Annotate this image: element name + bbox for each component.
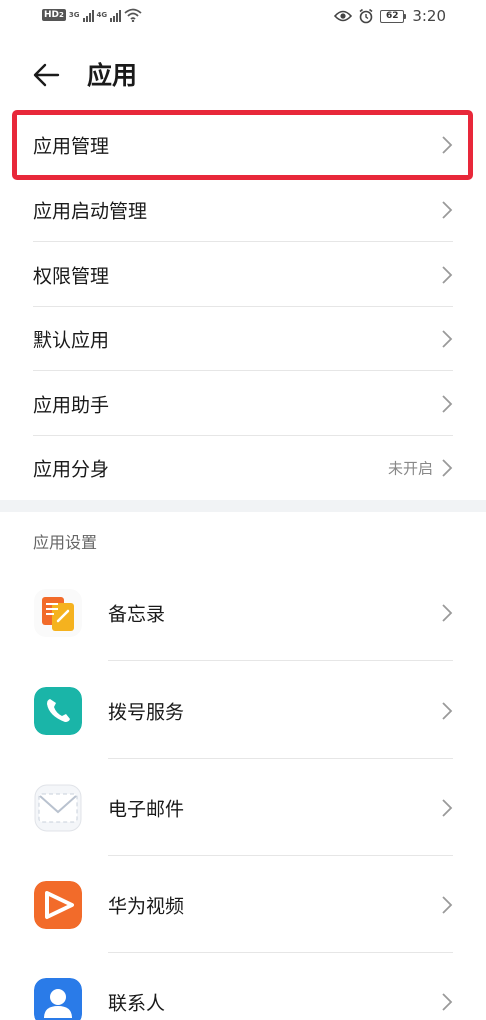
chevron-right-icon bbox=[442, 895, 453, 914]
network-4g-label: 4G bbox=[96, 11, 108, 19]
menu-item-label: 应用分身 bbox=[33, 458, 110, 480]
chevron-right-icon bbox=[442, 603, 453, 622]
page-title: 应用 bbox=[87, 61, 138, 90]
chevron-right-icon bbox=[442, 265, 453, 284]
chevron-right-icon bbox=[442, 992, 453, 1011]
contacts-icon bbox=[34, 977, 82, 1020]
menu-item-app-assistant[interactable]: 应用助手 bbox=[0, 371, 486, 436]
eye-icon bbox=[334, 10, 353, 22]
app-label: 华为视频 bbox=[108, 895, 185, 917]
video-icon bbox=[34, 880, 82, 929]
app-label: 备忘录 bbox=[108, 603, 166, 625]
chevron-right-icon bbox=[442, 394, 453, 413]
chevron-right-icon bbox=[442, 135, 453, 154]
app-item-notepad[interactable]: 备忘录 bbox=[0, 564, 486, 661]
app-item-dialer[interactable]: 拨号服务 bbox=[0, 662, 486, 759]
battery-level: 62 bbox=[380, 9, 405, 23]
menu-item-label: 应用管理 bbox=[33, 135, 110, 157]
menu-item-label: 应用启动管理 bbox=[33, 200, 148, 222]
menu-item-default-apps[interactable]: 默认应用 bbox=[0, 306, 486, 371]
back-arrow-icon[interactable] bbox=[30, 58, 64, 92]
phone-icon bbox=[34, 686, 82, 735]
app-item-contacts[interactable]: 联系人 bbox=[0, 953, 486, 1020]
menu-item-label: 权限管理 bbox=[33, 265, 110, 287]
menu-item-app-twin[interactable]: 应用分身 未开启 bbox=[0, 435, 486, 500]
status-bar: HD2 3G 4G 62 3:20 bbox=[0, 0, 486, 36]
app-label: 电子邮件 bbox=[108, 798, 185, 820]
menu-item-app-management[interactable]: 应用管理 bbox=[0, 112, 486, 177]
app-label: 联系人 bbox=[108, 992, 166, 1014]
wifi-icon bbox=[124, 8, 142, 22]
notepad-icon bbox=[34, 588, 82, 637]
chevron-right-icon bbox=[442, 701, 453, 720]
status-time: 3:20 bbox=[412, 7, 446, 25]
app-label: 拨号服务 bbox=[108, 701, 185, 723]
chevron-right-icon bbox=[442, 798, 453, 817]
menu-item-permission-management[interactable]: 权限管理 bbox=[0, 242, 486, 307]
menu-list: 应用管理 应用启动管理 权限管理 默认应用 应用助手 应用分身 未开启 bbox=[0, 112, 486, 500]
hd-badge: HD2 bbox=[42, 9, 66, 21]
header: 应用 bbox=[0, 36, 486, 112]
menu-item-label: 应用助手 bbox=[33, 394, 110, 416]
battery-icon: 62 bbox=[380, 9, 407, 23]
alarm-icon bbox=[359, 8, 373, 24]
app-item-email[interactable]: 电子邮件 bbox=[0, 759, 486, 856]
network-3g-label: 3G bbox=[68, 11, 80, 19]
section-title: 应用设置 bbox=[33, 533, 98, 552]
app-settings-section: 应用设置 备忘录 拨号服务 电子邮件 华为视频 联系人 bbox=[0, 512, 486, 1020]
chevron-right-icon bbox=[442, 458, 453, 477]
chevron-right-icon bbox=[442, 200, 453, 219]
mail-icon bbox=[34, 784, 82, 831]
signal-icon-2 bbox=[110, 9, 122, 22]
chevron-right-icon bbox=[442, 329, 453, 348]
signal-icon bbox=[82, 9, 94, 22]
status-right: 62 3:20 bbox=[334, 7, 446, 25]
menu-item-label: 默认应用 bbox=[33, 329, 110, 351]
menu-item-startup-management[interactable]: 应用启动管理 bbox=[0, 177, 486, 242]
app-twin-status: 未开启 bbox=[387, 459, 433, 477]
app-item-huawei-video[interactable]: 华为视频 bbox=[0, 856, 486, 953]
status-left: HD2 3G 4G bbox=[42, 8, 142, 22]
